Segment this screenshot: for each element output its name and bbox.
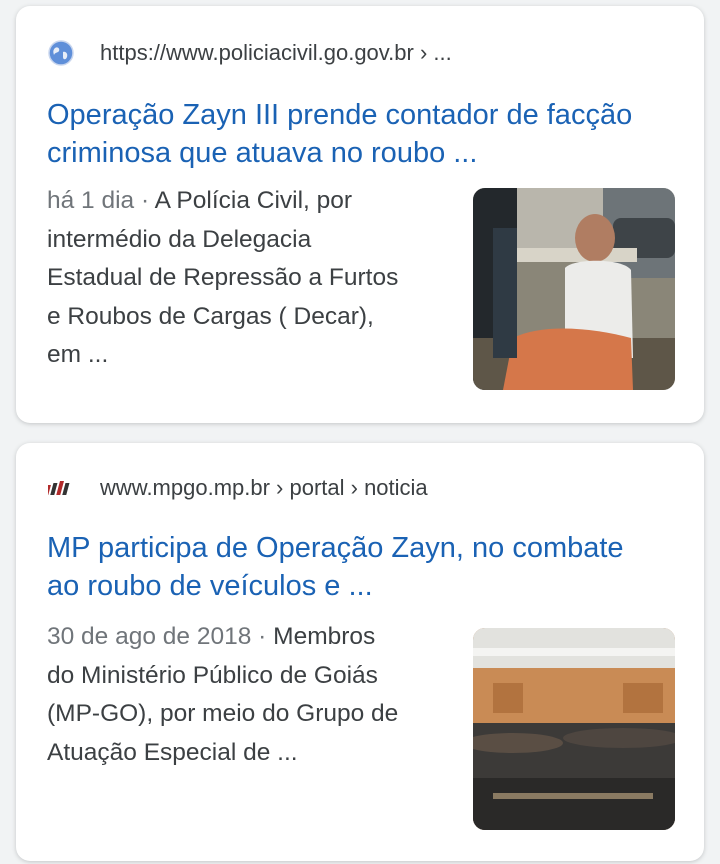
result-title-line: criminosa que atuava no roubo ... xyxy=(47,137,478,169)
result-title-line: Operação Zayn III prende contador de fac… xyxy=(47,99,633,131)
result-source[interactable]: https://www.policiacivil.go.gov.br › ... xyxy=(48,36,684,70)
result-snippet: há 1 dia · A Polícia Civil, por interméd… xyxy=(47,182,427,375)
result-date: 30 de ago de 2018 xyxy=(47,623,252,650)
snippet-line: Atuação Especial de ... xyxy=(47,738,298,766)
snippet-line: intermédio da Delegacia xyxy=(47,225,312,253)
search-result-card[interactable]: www.mpgo.mp.br › portal › noticia MP par… xyxy=(16,443,704,861)
mpgo-logo-icon xyxy=(48,475,74,501)
result-source[interactable]: www.mpgo.mp.br › portal › noticia xyxy=(48,471,684,505)
date-separator: · xyxy=(251,623,274,650)
snippet-line: A Polícia Civil, por xyxy=(154,187,353,214)
snippet-line: Estadual de Repressão a Furtos xyxy=(47,264,399,291)
result-title-link[interactable]: Operação Zayn III prende contador de fac… xyxy=(47,96,680,172)
result-title-link[interactable]: MP participa de Operação Zayn, no combat… xyxy=(47,529,680,605)
snippet-line: do Ministério Público de Goiás xyxy=(47,661,378,689)
search-result-card[interactable]: https://www.policiacivil.go.gov.br › ...… xyxy=(16,6,704,423)
result-url: www.mpgo.mp.br › portal › noticia xyxy=(100,475,428,500)
result-date: há 1 dia xyxy=(47,187,135,214)
snippet-line: Membros xyxy=(273,623,376,650)
result-title-line: MP participa de Operação Zayn, no combat… xyxy=(47,532,624,564)
globe-icon xyxy=(48,40,74,66)
snippet-line: (MP-GO), por meio do Grupo de xyxy=(47,700,399,727)
snippet-line: em ... xyxy=(47,341,109,368)
result-thumbnail[interactable] xyxy=(473,628,675,830)
result-thumbnail[interactable] xyxy=(473,188,675,390)
snippet-line: e Roubos de Cargas ( Decar), xyxy=(47,302,374,330)
result-title-line: ao roubo de veículos e ... xyxy=(47,570,373,602)
result-snippet: 30 de ago de 2018 · Membros do Ministéri… xyxy=(47,618,427,772)
date-separator: · xyxy=(134,187,155,214)
result-url: https://www.policiacivil.go.gov.br › ... xyxy=(100,40,452,65)
